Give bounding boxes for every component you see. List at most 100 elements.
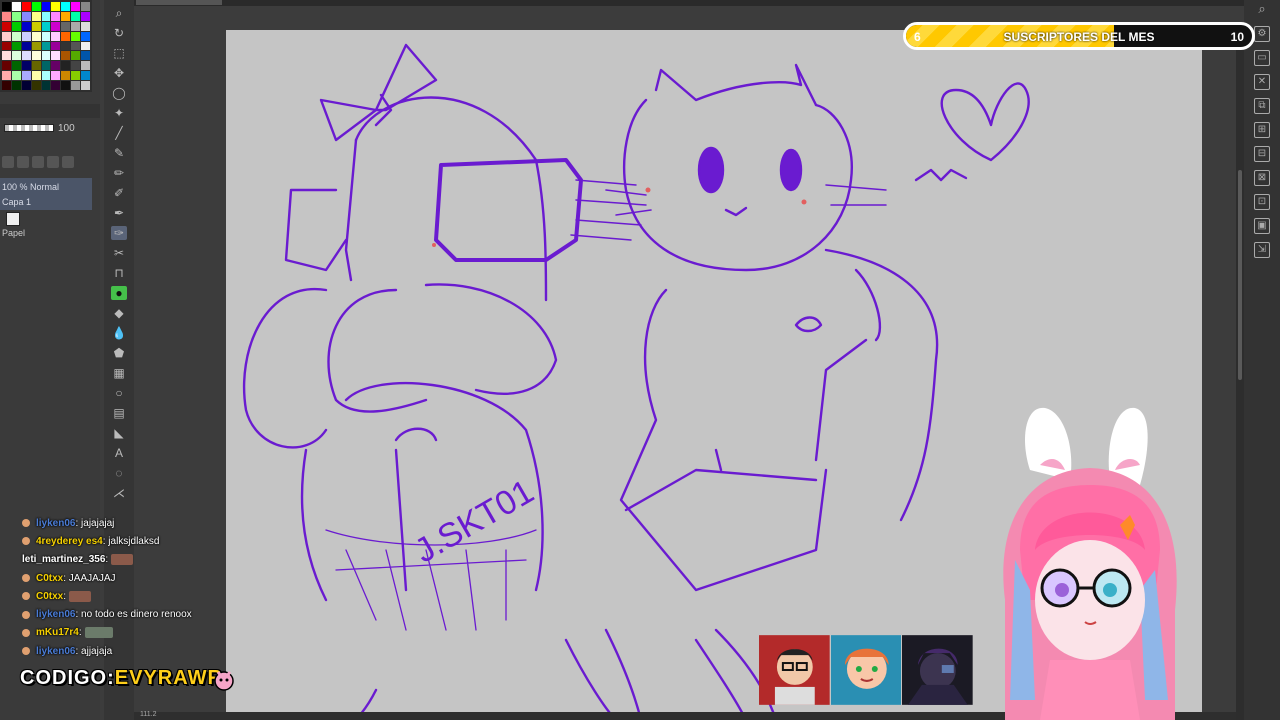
palette-swatch[interactable] bbox=[11, 61, 21, 71]
palette-swatch[interactable] bbox=[51, 31, 61, 41]
palette-swatch[interactable] bbox=[71, 31, 81, 41]
lasso-tool-icon[interactable]: ◯ bbox=[111, 86, 127, 100]
close-layer-icon[interactable]: ✕ bbox=[1254, 74, 1270, 90]
palette-swatch[interactable] bbox=[61, 41, 71, 51]
palette-swatch[interactable] bbox=[31, 2, 41, 11]
blend-tool-icon[interactable]: 💧 bbox=[111, 326, 127, 340]
gradient-tool-icon[interactable]: ▦ bbox=[111, 366, 127, 380]
palette-swatch[interactable] bbox=[31, 11, 41, 21]
palette-swatch[interactable] bbox=[2, 41, 11, 51]
frame-tool-icon[interactable]: ▤ bbox=[111, 406, 127, 420]
brush-tool-icon[interactable]: ✐ bbox=[111, 186, 127, 200]
palette-swatch[interactable] bbox=[51, 81, 61, 90]
merge-icon[interactable] bbox=[47, 156, 59, 168]
palette-swatch[interactable] bbox=[11, 21, 21, 31]
palette-swatch[interactable] bbox=[2, 31, 11, 41]
palette-swatch[interactable] bbox=[71, 81, 81, 90]
move-tool-icon[interactable]: ✥ bbox=[111, 66, 127, 80]
palette-swatch[interactable] bbox=[71, 61, 81, 71]
palette-swatch[interactable] bbox=[41, 41, 51, 51]
palette-swatch[interactable] bbox=[2, 51, 11, 61]
transform-icon[interactable]: ⊠ bbox=[1254, 170, 1270, 186]
palette-swatch[interactable] bbox=[71, 21, 81, 31]
palette-swatch[interactable] bbox=[51, 21, 61, 31]
palette-swatch[interactable] bbox=[31, 61, 41, 71]
text-tool-icon[interactable]: A bbox=[111, 446, 127, 460]
palette-swatch[interactable] bbox=[81, 2, 90, 11]
clear-icon[interactable]: ⊡ bbox=[1254, 194, 1270, 210]
figure-tool-icon[interactable]: ○ bbox=[111, 386, 127, 400]
bucket-small-icon[interactable]: ⊓ bbox=[111, 266, 127, 280]
palette-swatch[interactable] bbox=[2, 21, 11, 31]
balloon-tool-icon[interactable]: ◌ bbox=[111, 466, 127, 480]
palette-swatch[interactable] bbox=[71, 11, 81, 21]
palette-swatch[interactable] bbox=[71, 2, 81, 11]
palette-swatch[interactable] bbox=[21, 61, 31, 71]
color-swatch-icon[interactable]: ● bbox=[111, 286, 127, 300]
palette-swatch[interactable] bbox=[61, 71, 71, 81]
eraser-tool-icon[interactable]: ◆ bbox=[111, 306, 127, 320]
new-file-icon[interactable]: ▭ bbox=[1254, 50, 1270, 66]
canvas-tab[interactable] bbox=[136, 0, 222, 5]
palette-swatch[interactable] bbox=[21, 41, 31, 51]
palette-swatch[interactable] bbox=[51, 41, 61, 51]
palette-swatch[interactable] bbox=[61, 51, 71, 61]
palette-swatch[interactable] bbox=[51, 2, 61, 11]
palette-swatch[interactable] bbox=[51, 51, 61, 61]
palette-swatch[interactable] bbox=[41, 61, 51, 71]
palette-swatch[interactable] bbox=[51, 71, 61, 81]
layer-item-active[interactable]: 100 % Normal Capa 1 bbox=[0, 178, 92, 210]
mask-icon[interactable] bbox=[32, 156, 44, 168]
palette-swatch[interactable] bbox=[21, 51, 31, 61]
palette-swatch[interactable] bbox=[81, 51, 90, 61]
palette-swatch[interactable] bbox=[81, 71, 90, 81]
palette-swatch[interactable] bbox=[61, 11, 71, 21]
layer-opacity-row[interactable]: 100 bbox=[0, 120, 100, 136]
palette-swatch[interactable] bbox=[31, 81, 41, 90]
palette-swatch[interactable] bbox=[81, 31, 90, 41]
pencil-tool-icon[interactable]: ✏ bbox=[111, 166, 127, 180]
copy-icon[interactable]: ⧉ bbox=[1254, 98, 1270, 114]
palette-swatch[interactable] bbox=[71, 51, 81, 61]
palette-swatch[interactable] bbox=[81, 81, 90, 90]
palette-swatch[interactable] bbox=[31, 31, 41, 41]
palette-swatch[interactable] bbox=[2, 71, 11, 81]
scrollbar-thumb[interactable] bbox=[1238, 170, 1242, 380]
palette-swatch[interactable] bbox=[21, 31, 31, 41]
layer-item-paper[interactable]: Papel bbox=[2, 212, 62, 240]
palette-swatch[interactable] bbox=[11, 81, 21, 90]
fill-tool-icon[interactable]: ⬟ bbox=[111, 346, 127, 360]
select-tool-icon[interactable]: ⬚ bbox=[111, 46, 127, 60]
eyedropper-icon[interactable]: ╱ bbox=[111, 126, 127, 140]
palette-swatch[interactable] bbox=[61, 61, 71, 71]
palette-swatch[interactable] bbox=[21, 71, 31, 81]
palette-swatch[interactable] bbox=[11, 41, 21, 51]
search-icon[interactable]: ⌕ bbox=[1254, 2, 1270, 18]
decoration-tool-icon[interactable]: ✂ bbox=[111, 246, 127, 260]
trash-icon[interactable] bbox=[62, 156, 74, 168]
palette-swatch[interactable] bbox=[61, 21, 71, 31]
palette-swatch[interactable] bbox=[31, 21, 41, 31]
palette-swatch[interactable] bbox=[41, 81, 51, 90]
color-palette[interactable] bbox=[0, 0, 92, 92]
palette-swatch[interactable] bbox=[41, 31, 51, 41]
palette-swatch[interactable] bbox=[81, 11, 90, 21]
opacity-slider[interactable] bbox=[4, 124, 54, 132]
palette-swatch[interactable] bbox=[31, 41, 41, 51]
paste-icon[interactable]: ⊞ bbox=[1254, 122, 1270, 138]
settings-icon[interactable]: ⚙ bbox=[1254, 26, 1270, 42]
palette-swatch[interactable] bbox=[51, 11, 61, 21]
palette-swatch[interactable] bbox=[81, 21, 90, 31]
cut-icon[interactable]: ⊟ bbox=[1254, 146, 1270, 162]
palette-swatch[interactable] bbox=[61, 2, 71, 11]
fill-icon[interactable]: ▣ bbox=[1254, 218, 1270, 234]
palette-swatch[interactable] bbox=[11, 71, 21, 81]
palette-swatch[interactable] bbox=[31, 51, 41, 61]
palette-swatch[interactable] bbox=[21, 11, 31, 21]
palette-swatch[interactable] bbox=[31, 71, 41, 81]
pen-tool-icon[interactable]: ✎ bbox=[111, 146, 127, 160]
palette-swatch[interactable] bbox=[11, 51, 21, 61]
palette-swatch[interactable] bbox=[41, 2, 51, 11]
ruler-tool-icon[interactable]: ◣ bbox=[111, 426, 127, 440]
palette-swatch[interactable] bbox=[2, 11, 11, 21]
